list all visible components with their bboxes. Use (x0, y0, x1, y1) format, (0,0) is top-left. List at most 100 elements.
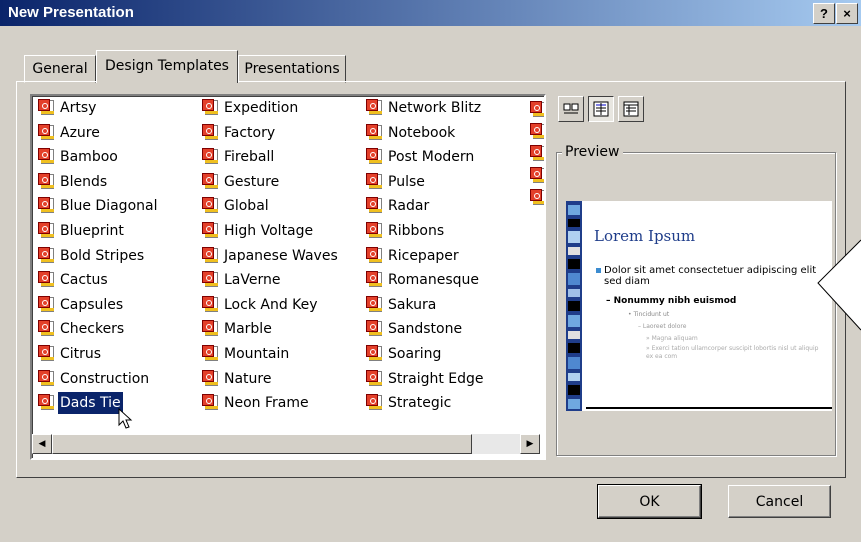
template-file-icon (38, 394, 54, 411)
template-item-label: Post Modern (388, 149, 475, 166)
template-item-label: Artsy (60, 100, 97, 116)
template-item-label: Blueprint (60, 223, 124, 239)
template-item-label: Ricepaper (388, 247, 459, 264)
template-item-label: Radar (388, 198, 430, 215)
template-file-icon (530, 167, 544, 183)
template-file-icon (38, 369, 54, 386)
template-item-label: Straight Edge (388, 370, 484, 387)
template-item-label: Nature (224, 370, 272, 387)
template-item-label: Lock And Key (224, 296, 318, 313)
template-file-icon (38, 148, 54, 165)
template-item-label: Gesture (224, 173, 280, 190)
template-item-label: Mountain (224, 346, 290, 362)
template-file-icon (530, 189, 544, 205)
template-file-icon (366, 320, 382, 337)
template-item-label: Cactus (60, 272, 108, 289)
scroll-left-arrow-icon[interactable]: ◀ (32, 434, 52, 454)
template-file-icon (202, 369, 218, 386)
template-item-label: Expedition (224, 100, 299, 116)
template-file-icon (202, 295, 218, 312)
template-file-icon (38, 222, 54, 238)
template-file-icon (202, 271, 218, 288)
template-file-icon (202, 123, 218, 140)
slide-bullet-4: – Laoreet dolore (638, 323, 687, 330)
template-item-label: Soaring (388, 346, 442, 362)
template-file-icon (202, 99, 218, 115)
slide-preview: Lorem Ipsum Dolor sit amet consectetuer … (566, 201, 832, 411)
template-item-label: Azure (60, 124, 100, 141)
template-file-icon (366, 369, 382, 386)
details-view-button[interactable] (618, 96, 644, 122)
template-file-icon (366, 246, 382, 263)
template-item-label: Blue Diagonal (60, 198, 158, 215)
slide-bullet-2: – Nonummy nibh euismod (606, 296, 737, 306)
slide-bullet-3: • Tincidunt ut (628, 311, 670, 318)
slide-bullet-6: » Exerci tation ullamcorper suscipit lob… (646, 345, 819, 360)
template-item-label: Sakura (388, 296, 437, 313)
template-item-label: Global (224, 198, 269, 215)
template-file-icon (202, 197, 218, 214)
template-file-icon (202, 172, 218, 189)
template-file-icon (202, 148, 218, 165)
template-item-label: Neon Frame (224, 395, 309, 412)
cancel-button[interactable]: Cancel (728, 485, 831, 518)
template-file-icon (202, 320, 218, 337)
help-button[interactable]: ? (813, 3, 835, 24)
template-item-label: Bold Stripes (60, 247, 145, 264)
close-button[interactable]: × (836, 3, 858, 24)
template-item-label: Japanese Waves (224, 247, 338, 264)
slide-bullet-1: Dolor sit amet consectetuer adipiscing e… (596, 265, 832, 287)
template-item-label: Blends (60, 173, 108, 190)
tab-general[interactable]: General (24, 55, 96, 83)
template-item-label: Construction (60, 370, 150, 387)
template-item-label: Factory (224, 124, 276, 141)
template-file-icon (366, 295, 382, 312)
list-view-button[interactable] (588, 96, 614, 122)
details-view-icon (623, 101, 639, 117)
template-file-icon (530, 101, 544, 117)
template-list[interactable]: Artsy Azure Bamboo Blends Blue Diagonal Bluep… (30, 94, 546, 460)
template-file-icon (366, 123, 382, 140)
template-file-icon (366, 99, 382, 115)
template-item-label: Network Blitz (388, 100, 482, 116)
template-item-label: LaVerne (224, 272, 281, 289)
template-file-icon (38, 172, 54, 189)
template-file-icon (38, 295, 54, 312)
template-item-label: Ribbons (388, 223, 445, 239)
template-item-label: Marble (224, 321, 272, 338)
slide-bottom-rule (586, 407, 832, 409)
template-file-icon (38, 271, 54, 288)
template-item-label: Dads Tie (58, 392, 123, 415)
scroll-thumb[interactable] (52, 434, 472, 454)
title-bar: New Presentation ? × (0, 0, 861, 26)
template-file-icon (366, 394, 382, 411)
template-file-icon (38, 246, 54, 263)
template-file-icon (38, 197, 54, 214)
list-view-icon (593, 101, 609, 117)
tie-pattern-sidebar (566, 201, 582, 411)
template-file-icon (202, 246, 218, 263)
template-item-label: Notebook (388, 124, 456, 141)
template-item-label: Capsules (60, 296, 124, 313)
template-file-icon (366, 172, 382, 189)
mouse-cursor-icon (118, 408, 133, 429)
horizontal-scrollbar[interactable]: ◀ ▶ (32, 434, 540, 454)
template-file-icon (202, 222, 218, 238)
template-file-icon (366, 345, 382, 361)
slide-bullet-5: » Magna aliquam (646, 335, 698, 342)
scroll-right-arrow-icon[interactable]: ▶ (520, 434, 540, 454)
template-file-icon (366, 271, 382, 288)
preview-label: Preview (562, 144, 623, 160)
template-file-icon (202, 394, 218, 411)
truncated-column (530, 98, 544, 218)
template-item-label: Bamboo (60, 149, 118, 166)
template-item-label: Pulse (388, 173, 425, 190)
template-item-label: Checkers (60, 321, 125, 338)
tab-design-templates[interactable]: Design Templates (96, 50, 238, 83)
large-icons-view-button[interactable] (558, 96, 584, 122)
template-file-icon (38, 320, 54, 337)
ok-button[interactable]: OK (597, 484, 702, 519)
template-item-label: High Voltage (224, 223, 314, 239)
template-file-icon (366, 222, 382, 238)
tab-presentations[interactable]: Presentations (238, 55, 346, 83)
